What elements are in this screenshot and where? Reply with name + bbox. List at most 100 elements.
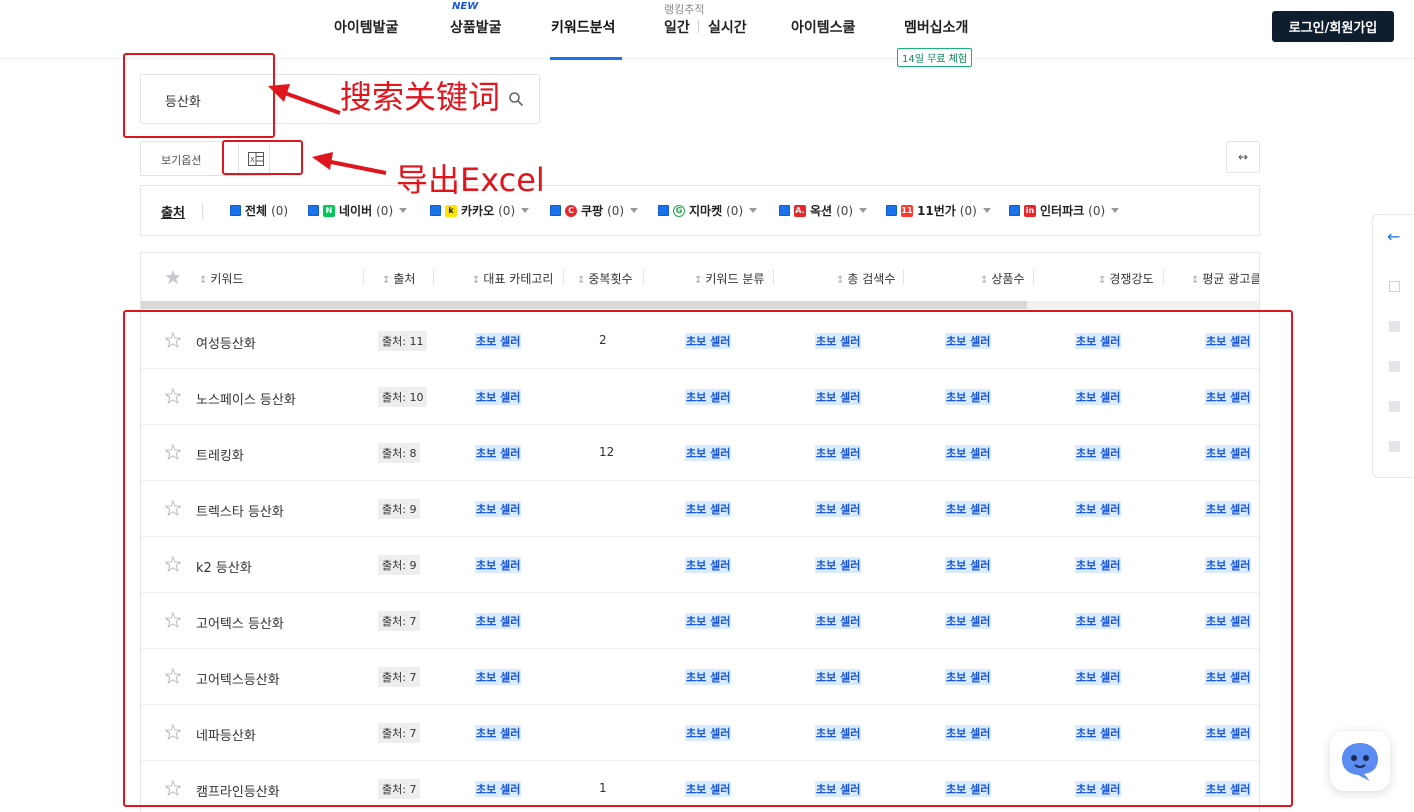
checkbox-checked-icon[interactable] [430, 205, 441, 216]
column-divider [773, 269, 774, 285]
free-trial-badge[interactable]: 14일 무료 체험 [897, 48, 973, 67]
annotation-box-search [123, 53, 275, 138]
side-checkbox[interactable] [1389, 401, 1400, 412]
source-filter-kakao[interactable]: k 카카오 (0) [430, 202, 530, 219]
chevron-down-icon[interactable] [521, 208, 530, 213]
checkbox-checked-icon[interactable] [230, 205, 241, 216]
filter-divider [202, 203, 203, 219]
auction-logo-icon: A. [794, 204, 806, 217]
nav-divider [698, 20, 699, 33]
source-name: 카카오 [461, 204, 495, 218]
sort-icon: ↕ [1098, 275, 1107, 286]
side-checkbox[interactable] [1389, 361, 1400, 372]
column-divider [1033, 269, 1034, 285]
column-header-category[interactable]: ↕ 대표 카테고리 [472, 270, 553, 287]
source-name: 인터파크 [1040, 204, 1085, 218]
nav-item-item-school[interactable]: 아이템스쿨 [791, 17, 855, 37]
source-filter-coupang[interactable]: C 쿠팡 (0) [550, 202, 639, 219]
nav-item-membership[interactable]: 멤버십소개 [904, 17, 968, 37]
source-filter-11st[interactable]: 11 11번가 (0) [886, 202, 991, 219]
checkbox-checked-icon[interactable] [550, 205, 561, 216]
column-header-product-count[interactable]: ↕ 상품수 [980, 270, 1025, 287]
nav-item-item-discovery[interactable]: 아이템발굴 [334, 17, 398, 37]
chevron-down-icon[interactable] [982, 208, 991, 213]
source-name: 옥션 [810, 204, 833, 218]
side-checkbox[interactable] [1389, 281, 1400, 292]
source-name: 전체 [245, 204, 268, 218]
checkbox-checked-icon[interactable] [886, 205, 897, 216]
expand-horizontal-icon: ↔ [1237, 150, 1249, 164]
column-header-total-search[interactable]: ↕ 총 검색수 [836, 270, 895, 287]
chevron-down-icon[interactable] [1111, 208, 1120, 213]
nav-ranking-group-label: 랭킹추적 [664, 3, 705, 16]
sort-icon: ↕ [694, 275, 703, 286]
scrollbar-thumb[interactable] [141, 301, 1027, 309]
source-count: (0) [1088, 203, 1106, 218]
source-name: 쿠팡 [581, 204, 604, 218]
column-divider [363, 269, 364, 285]
column-header-keyword[interactable]: ↕ 키워드 [199, 270, 244, 287]
annotation-box-excel [222, 140, 303, 175]
nav-item-realtime[interactable]: 실시간 [708, 17, 747, 37]
source-filter-gmarket[interactable]: G 지마켓 (0) [658, 202, 758, 219]
annotation-arrowhead [312, 152, 333, 170]
annotation-text-excel: 导出Excel [396, 161, 545, 199]
right-side-panel: ← [1372, 214, 1414, 478]
coupang-logo-icon: C [565, 204, 577, 217]
arrow-left-icon[interactable]: ← [1387, 227, 1400, 246]
column-divider [1163, 269, 1164, 285]
nav-item-daily[interactable]: 일간 [664, 17, 690, 37]
source-count: (0) [959, 203, 977, 218]
checkbox-checked-icon[interactable] [1009, 205, 1020, 216]
expand-width-button[interactable]: ↔ [1226, 141, 1260, 173]
chatbot-face-icon [1342, 743, 1378, 781]
column-header-competition[interactable]: ↕ 경쟁강도 [1098, 270, 1154, 287]
source-filter-all[interactable]: 전체 (0) [230, 202, 288, 219]
chevron-down-icon[interactable] [399, 208, 408, 213]
login-signup-button[interactable]: 로그인/회원가입 [1272, 11, 1394, 42]
column-header-avg-ad-click[interactable]: ↕ 평균 광고클 [1191, 270, 1259, 287]
source-count: (0) [498, 203, 516, 218]
column-header-dup-count[interactable]: ↕ 중복횟수 [577, 270, 633, 287]
column-header-source[interactable]: ↕ 출처 [382, 270, 415, 287]
top-nav-bar: 아이템발굴 NEW 상품발굴 키워드분석 랭킹추적 일간 실시간 아이템스쿨 멤… [0, 0, 1414, 67]
side-checkbox[interactable] [1389, 321, 1400, 332]
sort-icon: ↕ [577, 275, 586, 286]
source-filter-interpark[interactable]: in 인터파크 (0) [1009, 202, 1120, 219]
source-filter-title[interactable]: 출처 [161, 202, 185, 221]
checkbox-checked-icon[interactable] [308, 205, 319, 216]
sort-icon: ↕ [1191, 275, 1200, 286]
sort-icon: ↕ [382, 275, 391, 286]
checkbox-checked-icon[interactable] [658, 205, 669, 216]
column-divider [563, 269, 564, 285]
chevron-down-icon[interactable] [749, 208, 758, 213]
column-header-keyword-type[interactable]: ↕ 키워드 분류 [694, 270, 764, 287]
source-filter-auction[interactable]: A. 옥션 (0) [779, 202, 868, 219]
nav-item-keyword-analysis[interactable]: 키워드분석 [551, 17, 615, 37]
table-header: ↕ 키워드 ↕ 출처 ↕ 대표 카테고리 ↕ 중복횟수 ↕ 키워드 분류 ↕ 총 검색수 ↕… [141, 253, 1259, 301]
source-name: 네이버 [339, 204, 373, 218]
side-checkbox[interactable] [1389, 441, 1400, 452]
chatbot-button[interactable] [1330, 731, 1390, 791]
chevron-down-icon[interactable] [630, 208, 639, 213]
column-divider [643, 269, 644, 285]
sort-icon: ↕ [199, 275, 208, 286]
annotation-arrow-excel [325, 159, 387, 175]
gmarket-logo-icon: G [673, 204, 685, 217]
source-filter-bar: 출처 전체 (0) N 네이버 (0) k 카카오 (0) C 쿠팡 (0) G… [140, 185, 1260, 236]
sort-icon: ↕ [836, 275, 845, 286]
view-options-label[interactable]: 보기옵션 [161, 152, 201, 168]
source-count: (0) [271, 203, 289, 218]
source-name: 지마켓 [689, 204, 723, 218]
source-filter-naver[interactable]: N 네이버 (0) [308, 202, 408, 219]
checkbox-checked-icon[interactable] [779, 205, 790, 216]
nav-item-product-discovery[interactable]: 상품발굴 [450, 17, 502, 37]
chevron-down-icon[interactable] [859, 208, 868, 213]
favorite-all-star-icon[interactable] [165, 269, 181, 285]
source-count: (0) [726, 203, 744, 218]
interpark-logo-icon: in [1024, 204, 1036, 217]
search-icon[interactable] [508, 91, 524, 107]
horizontal-scrollbar[interactable] [141, 301, 1259, 309]
sort-icon: ↕ [980, 275, 989, 286]
11st-logo-icon: 11 [901, 204, 913, 217]
